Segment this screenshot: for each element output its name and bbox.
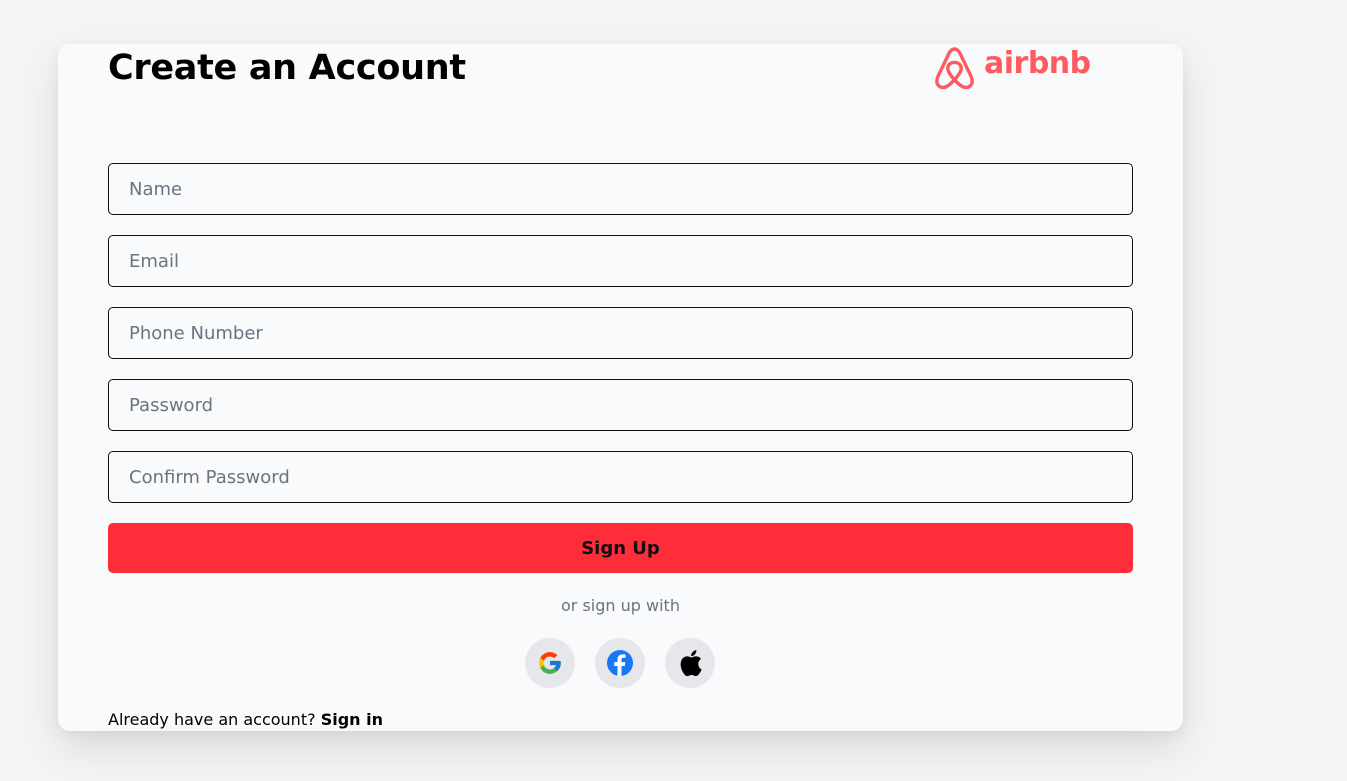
facebook-icon bbox=[607, 650, 633, 676]
sign-in-link[interactable]: Sign in bbox=[321, 710, 383, 729]
apple-icon bbox=[680, 650, 702, 677]
social-divider-label: or sign up with bbox=[561, 596, 680, 615]
social-login-group bbox=[525, 638, 715, 688]
name-field[interactable] bbox=[108, 163, 1133, 215]
sign-in-prompt: Already have an account? Sign in bbox=[108, 710, 383, 729]
brand-logo: airbnb bbox=[932, 44, 1091, 90]
phone-number-field[interactable] bbox=[108, 307, 1133, 359]
confirm-password-field[interactable] bbox=[108, 451, 1133, 503]
sign-up-button[interactable]: Sign Up bbox=[108, 523, 1133, 573]
sign-in-prompt-text: Already have an account? bbox=[108, 710, 316, 729]
facebook-signup-button[interactable] bbox=[595, 638, 645, 688]
google-signup-button[interactable] bbox=[525, 638, 575, 688]
apple-signup-button[interactable] bbox=[665, 638, 715, 688]
airbnb-logo-icon bbox=[935, 47, 974, 90]
signup-card: Create an Account airbnb Sign Up or sign… bbox=[58, 44, 1183, 731]
password-field[interactable] bbox=[108, 379, 1133, 431]
google-icon bbox=[539, 652, 561, 674]
page-title: Create an Account bbox=[108, 48, 466, 88]
brand-name: airbnb bbox=[984, 46, 1091, 81]
email-field[interactable] bbox=[108, 235, 1133, 287]
